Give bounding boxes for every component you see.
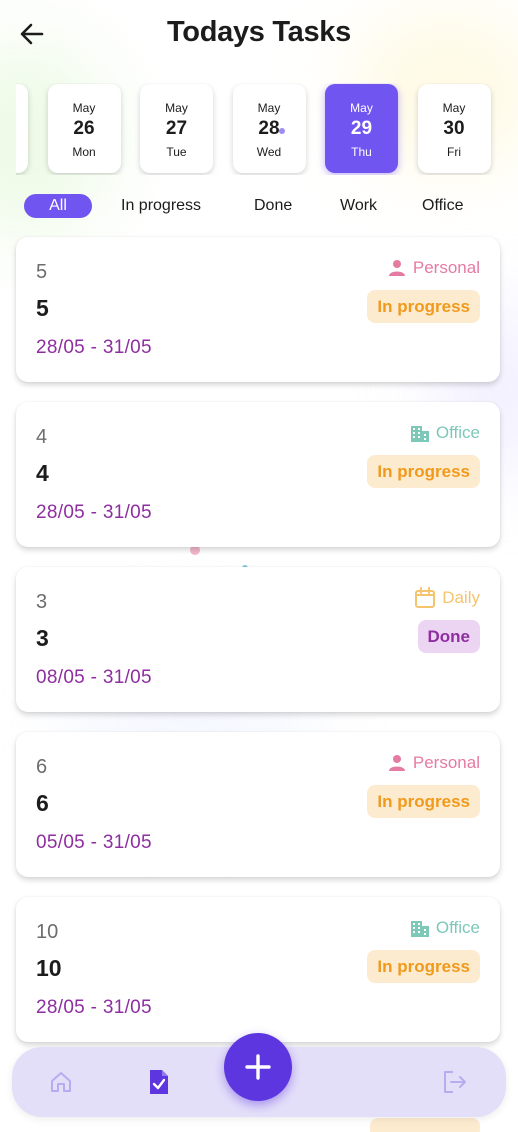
home-icon	[51, 1072, 71, 1092]
task-card[interactable]: 5 5 28/05 - 31/05 Personal In progress	[16, 237, 500, 382]
task-card[interactable]: 10 10 28/05 - 31/05 Office In progress	[16, 897, 500, 1042]
task-title: 4	[36, 460, 49, 486]
task-date-range: 28/05 - 31/05	[36, 502, 152, 523]
task-date-range: 08/05 - 31/05	[36, 667, 152, 688]
task-card[interactable]: 3 3 08/05 - 31/05 Daily Done	[16, 567, 500, 712]
status-badge: In progress	[367, 950, 480, 983]
task-date-range: 28/05 - 31/05	[36, 337, 152, 358]
calendar-icon	[414, 587, 436, 609]
status-badge: In progress	[367, 290, 480, 323]
task-number: 4	[36, 426, 48, 448]
logout-icon	[444, 1071, 466, 1093]
status-badge: Done	[417, 620, 480, 653]
task-category: Personal	[387, 752, 480, 774]
task-title: 5	[36, 295, 49, 321]
nav-home-button[interactable]	[45, 1066, 77, 1098]
task-card[interactable]: 6 6 05/05 - 31/05 Personal In progress	[16, 732, 500, 877]
task-list-icon	[150, 1070, 168, 1094]
task-title: 10	[36, 955, 62, 981]
task-card[interactable]: 4 4 28/05 - 31/05 Office In progress	[16, 402, 500, 547]
nav-logout-button[interactable]	[439, 1066, 471, 1098]
task-title: 6	[36, 790, 49, 816]
task-category-label: Office	[435, 918, 480, 937]
today-indicator-dot	[279, 128, 285, 134]
task-number: 3	[36, 591, 48, 613]
task-number: 5	[36, 261, 48, 283]
task-date-range: 28/05 - 31/05	[36, 997, 152, 1018]
task-title: 3	[36, 625, 49, 651]
task-list: 5 5 28/05 - 31/05 Personal In progress 4 4 28/0…	[0, 0, 518, 1132]
add-task-button[interactable]	[224, 1033, 292, 1101]
task-category: Personal	[387, 257, 480, 279]
task-category-label: Personal	[412, 258, 480, 277]
task-category: Office	[410, 917, 480, 939]
person-icon	[387, 753, 407, 773]
building-icon	[410, 918, 430, 938]
task-category-label: Personal	[412, 753, 480, 772]
person-icon	[387, 258, 407, 278]
status-badge: In progress	[367, 785, 480, 818]
nav-tasks-button[interactable]	[143, 1066, 175, 1098]
task-category: Office	[410, 422, 480, 444]
task-category-label: Office	[435, 423, 480, 442]
task-number: 6	[36, 756, 48, 778]
building-icon	[410, 423, 430, 443]
task-number: 10	[36, 921, 59, 943]
task-category-label: Daily	[442, 588, 480, 607]
task-date-range: 05/05 - 31/05	[36, 832, 152, 853]
status-badge: In progress	[367, 455, 480, 488]
task-category: Daily	[414, 587, 480, 609]
add-icon	[245, 1054, 271, 1080]
